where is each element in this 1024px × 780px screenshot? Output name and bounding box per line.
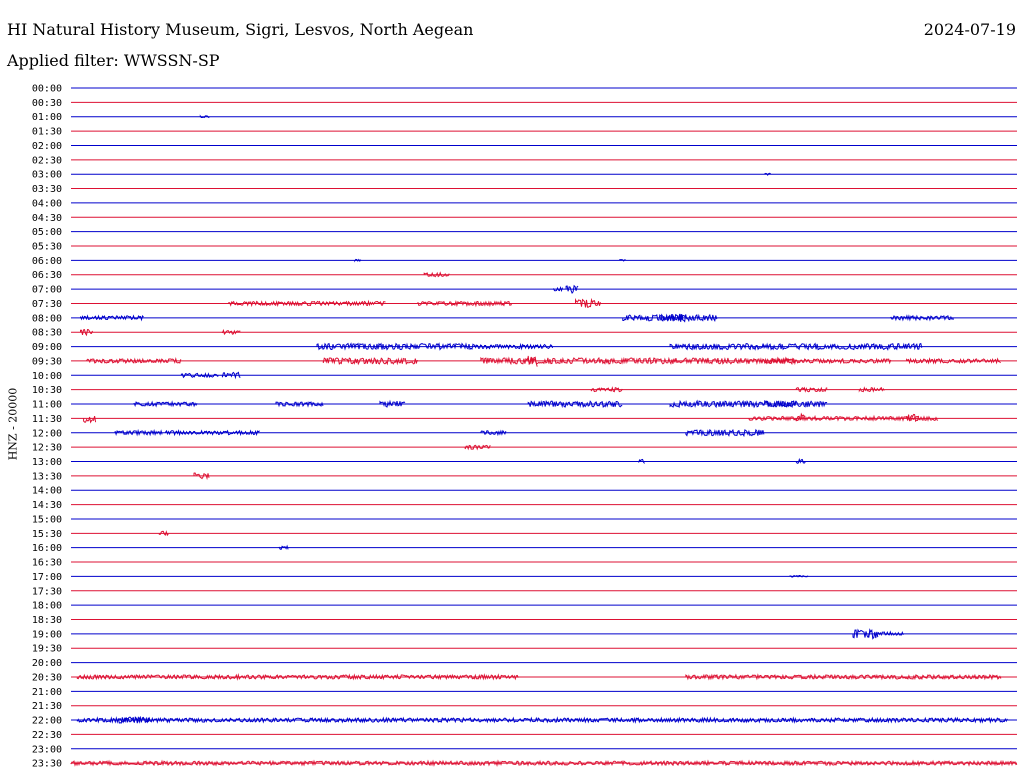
time-label-1600: 16:00 xyxy=(32,543,62,554)
trace-row-0300 xyxy=(71,172,1017,176)
time-label-2230: 22:30 xyxy=(32,730,62,741)
time-label-0000: 00:00 xyxy=(32,84,62,95)
time-label-0900: 09:00 xyxy=(32,342,62,353)
trace-burst xyxy=(117,715,150,724)
time-label-0130: 01:30 xyxy=(32,127,62,138)
trace-row-0930 xyxy=(71,355,1017,367)
trace-row-2330 xyxy=(70,759,1018,768)
trace-row-1530 xyxy=(71,530,1017,537)
time-label-1500: 15:00 xyxy=(32,514,62,525)
trace-row-1230 xyxy=(71,444,1017,451)
trace-row-1900 xyxy=(71,628,1017,640)
trace-burst xyxy=(423,271,450,278)
trace-row-0100 xyxy=(71,114,1017,119)
trace-row-0730 xyxy=(71,297,1017,308)
time-label-0200: 02:00 xyxy=(32,141,62,152)
time-label-0730: 07:30 xyxy=(32,299,62,310)
time-label-2300: 23:00 xyxy=(32,744,62,755)
trace-row-1200 xyxy=(71,428,1017,438)
time-label-0330: 03:30 xyxy=(32,184,62,195)
trace-row-0700 xyxy=(71,284,1017,294)
time-label-0630: 06:30 xyxy=(32,270,62,281)
trace-row-0900 xyxy=(71,342,1017,351)
trace-row-1030 xyxy=(71,386,1017,393)
time-label-1830: 18:30 xyxy=(32,615,62,626)
time-label-1530: 15:30 xyxy=(32,529,62,540)
trace-row-1100 xyxy=(71,399,1017,409)
trace-row-1600 xyxy=(71,544,1017,551)
time-label-1100: 11:00 xyxy=(32,400,62,411)
time-label-0830: 08:30 xyxy=(32,328,62,339)
trace-burst xyxy=(83,415,97,424)
time-label-2130: 21:30 xyxy=(32,701,62,712)
trace-row-0830 xyxy=(71,328,1017,337)
time-label-1200: 12:00 xyxy=(32,428,62,439)
time-label-1730: 17:30 xyxy=(32,586,62,597)
time-label-0700: 07:00 xyxy=(32,285,62,296)
time-label-1700: 17:00 xyxy=(32,572,62,583)
time-label-1230: 12:30 xyxy=(32,443,62,454)
trace-burst xyxy=(669,399,828,409)
time-label-0430: 04:30 xyxy=(32,213,62,224)
trace-row-1130 xyxy=(71,412,1017,424)
trace-row-1330 xyxy=(71,472,1017,481)
trace-row-1000 xyxy=(71,371,1017,380)
time-label-0400: 04:00 xyxy=(32,198,62,209)
time-label-2000: 20:00 xyxy=(32,658,62,669)
time-label-0230: 02:30 xyxy=(32,155,62,166)
time-label-0800: 08:00 xyxy=(32,313,62,324)
time-label-1330: 13:30 xyxy=(32,471,62,482)
time-label-2200: 22:00 xyxy=(32,716,62,727)
trace-burst xyxy=(158,530,169,537)
time-label-0600: 06:00 xyxy=(32,256,62,267)
time-label-0300: 03:00 xyxy=(32,170,62,181)
time-label-0530: 05:30 xyxy=(32,242,62,253)
time-label-2030: 20:30 xyxy=(32,672,62,683)
trace-burst xyxy=(379,399,406,408)
time-label-1030: 10:30 xyxy=(32,385,62,396)
time-label-2100: 21:00 xyxy=(32,687,62,698)
time-label-1900: 19:00 xyxy=(32,629,62,640)
time-label-1630: 16:30 xyxy=(32,558,62,569)
time-label-1800: 18:00 xyxy=(32,601,62,612)
trace-row-1700 xyxy=(71,574,1017,578)
time-label-1000: 10:00 xyxy=(32,371,62,382)
time-label-0100: 01:00 xyxy=(32,112,62,123)
time-label-1130: 11:30 xyxy=(32,414,62,425)
trace-row-2200 xyxy=(71,715,1017,724)
time-label-0030: 00:30 xyxy=(32,98,62,109)
helicorder-plot: 00:00 00:30 01:00 01:30 02:00 02:30 03:00 03:30… xyxy=(32,84,1018,770)
trace-row-0630 xyxy=(71,271,1017,278)
time-label-1430: 14:30 xyxy=(32,500,62,511)
trace-row-2030 xyxy=(71,673,1017,681)
time-label-1930: 19:30 xyxy=(32,644,62,655)
trace-row-0800 xyxy=(71,313,1017,323)
trace-burst xyxy=(316,342,475,351)
trace-row-1300 xyxy=(71,457,1017,464)
time-label-1300: 13:00 xyxy=(32,457,62,468)
trace-row-0600 xyxy=(71,258,1017,263)
time-label-1400: 14:00 xyxy=(32,486,62,497)
time-label-0930: 09:30 xyxy=(32,356,62,367)
time-label-0500: 05:00 xyxy=(32,227,62,238)
time-label-2330: 23:30 xyxy=(32,759,62,770)
